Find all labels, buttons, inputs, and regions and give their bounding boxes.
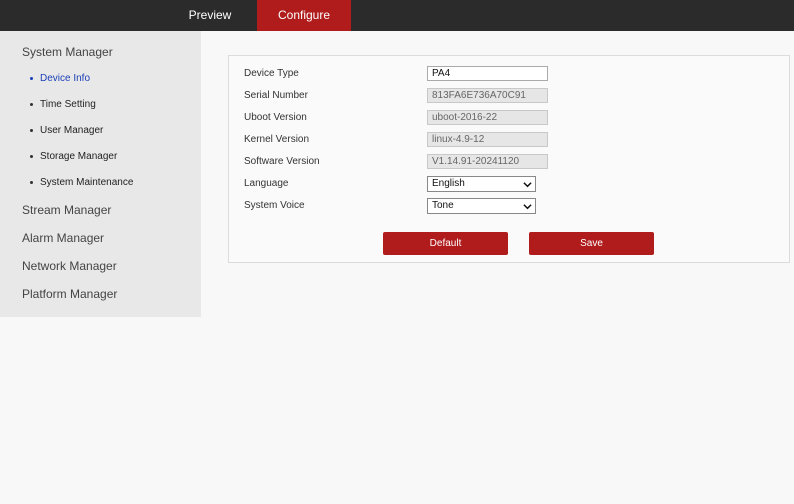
- language-label: Language: [244, 178, 289, 189]
- uboot-version-field: [427, 110, 548, 125]
- system-voice-select[interactable]: Tone: [427, 198, 536, 214]
- top-nav-bar: Preview Configure: [0, 0, 794, 31]
- sidebar-section-stream-manager[interactable]: Stream Manager: [22, 203, 111, 217]
- uboot-version-label: Uboot Version: [244, 112, 307, 123]
- bullet-icon: [30, 77, 33, 80]
- sidebar-item-label: Storage Manager: [40, 151, 118, 162]
- tab-configure[interactable]: Configure: [257, 0, 351, 31]
- chevron-down-icon: [523, 204, 532, 210]
- software-version-label: Software Version: [244, 156, 320, 167]
- bullet-icon: [30, 155, 33, 158]
- kernel-version-field: [427, 132, 548, 147]
- serial-number-label: Serial Number: [244, 90, 308, 101]
- tab-preview[interactable]: Preview: [180, 0, 240, 31]
- software-version-field: [427, 154, 548, 169]
- default-button[interactable]: Default: [383, 232, 508, 255]
- device-type-label: Device Type: [244, 68, 299, 79]
- sidebar-item-label: Device Info: [40, 73, 91, 84]
- sidebar-item-label: System Maintenance: [40, 177, 134, 188]
- bullet-icon: [30, 181, 33, 184]
- sidebar-section-system-manager[interactable]: System Manager: [22, 45, 113, 59]
- serial-number-field: [427, 88, 548, 103]
- system-voice-select-value: Tone: [432, 200, 454, 211]
- sidebar-section-network-manager[interactable]: Network Manager: [22, 259, 117, 273]
- sidebar-item-user-manager[interactable]: User Manager: [30, 125, 103, 136]
- system-voice-label: System Voice: [244, 200, 305, 211]
- sidebar-item-system-maintenance[interactable]: System Maintenance: [30, 177, 133, 188]
- sidebar-item-label: User Manager: [40, 125, 104, 136]
- device-type-input[interactable]: [427, 66, 548, 81]
- language-select-value: English: [432, 178, 465, 189]
- language-select[interactable]: English: [427, 176, 536, 192]
- chevron-down-icon: [523, 182, 532, 188]
- sidebar-section-alarm-manager[interactable]: Alarm Manager: [22, 231, 104, 245]
- sidebar-section-platform-manager[interactable]: Platform Manager: [22, 287, 117, 301]
- bullet-icon: [30, 129, 33, 132]
- sidebar-item-time-setting[interactable]: Time Setting: [30, 99, 96, 110]
- sidebar-item-label: Time Setting: [40, 99, 96, 110]
- sidebar-item-device-info[interactable]: Device Info: [30, 73, 90, 84]
- sidebar-item-storage-manager[interactable]: Storage Manager: [30, 151, 117, 162]
- kernel-version-label: Kernel Version: [244, 134, 310, 145]
- save-button[interactable]: Save: [529, 232, 654, 255]
- bullet-icon: [30, 103, 33, 106]
